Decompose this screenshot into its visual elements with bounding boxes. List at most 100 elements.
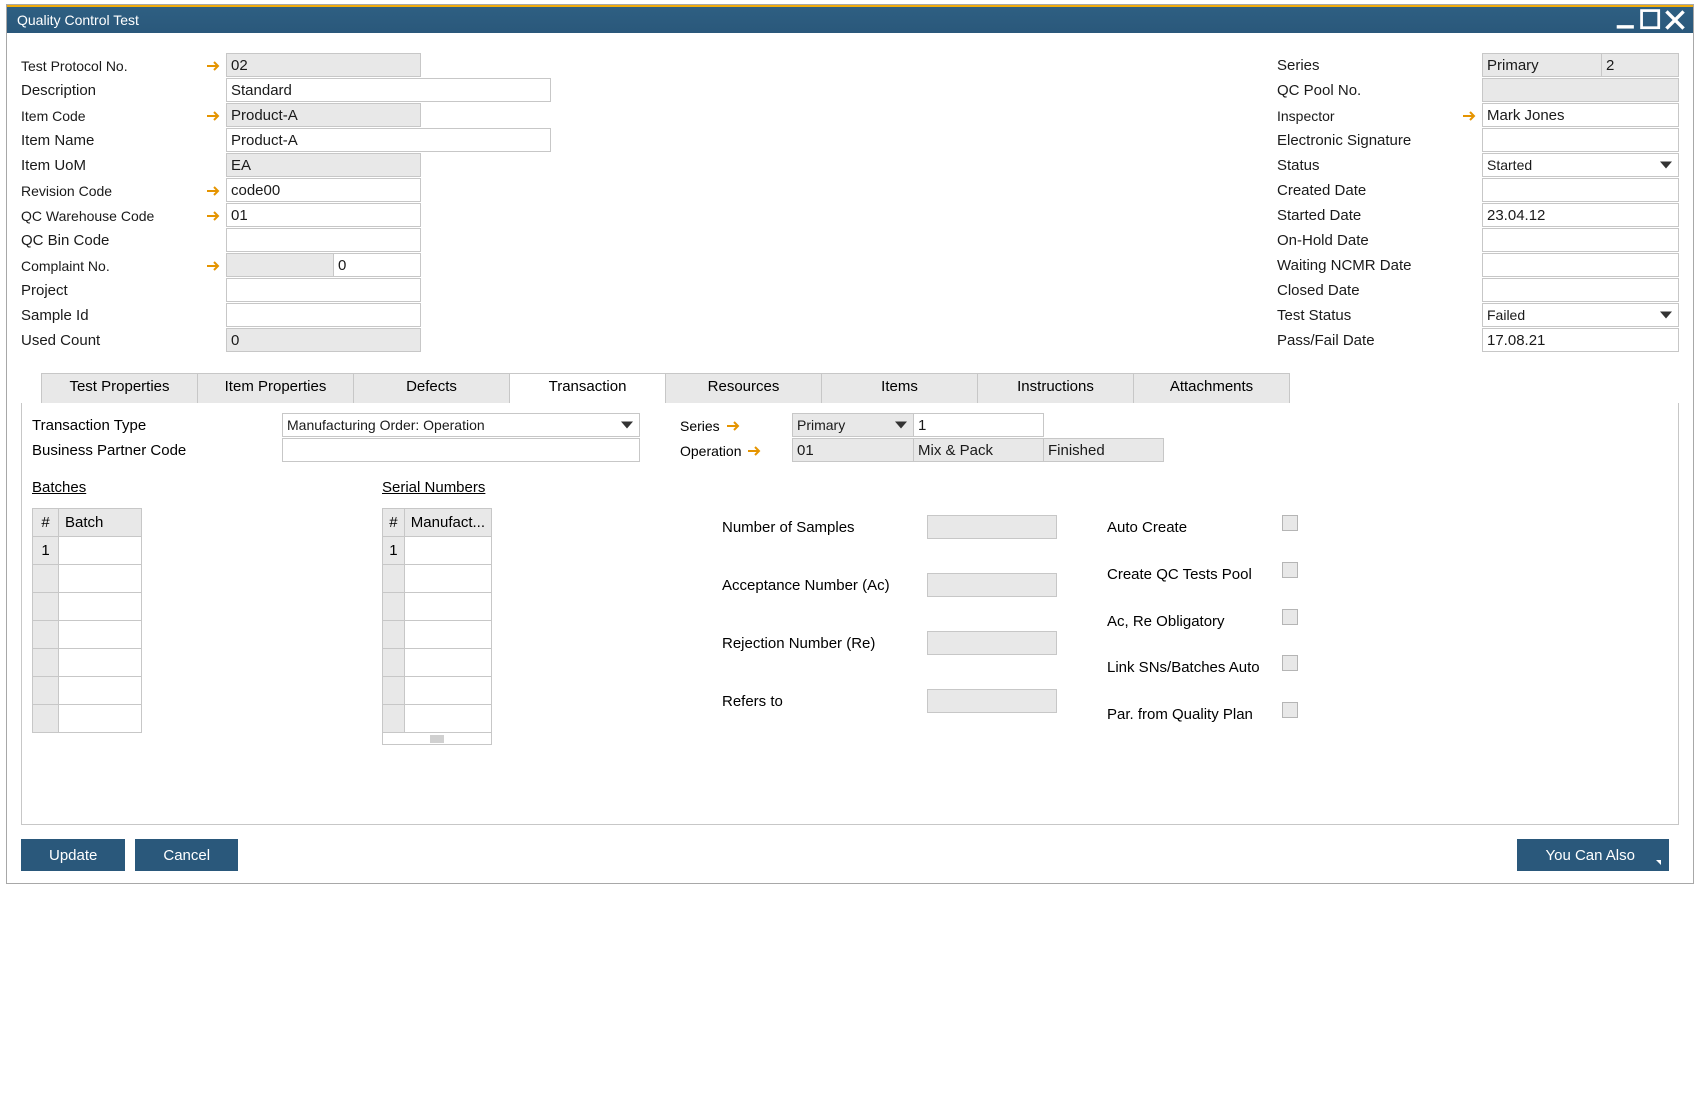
acre-oblig-checkbox[interactable] xyxy=(1282,609,1298,625)
batches-col-batch: Batch xyxy=(59,509,142,537)
qc-pool-no-label: QC Pool No. xyxy=(1277,78,1482,103)
tab-test-properties[interactable]: Test Properties xyxy=(41,373,198,403)
qc-warehouse-code-field[interactable]: 01 xyxy=(226,203,421,227)
tab-defects[interactable]: Defects xyxy=(353,373,510,403)
tx-series-name-dropdown[interactable]: Primary xyxy=(792,413,914,437)
table-row-idx: 1 xyxy=(383,537,405,565)
tab-items[interactable]: Items xyxy=(821,373,978,403)
started-date-field[interactable]: 23.04.12 xyxy=(1482,203,1679,227)
batches-table[interactable]: # Batch 1 xyxy=(32,508,142,733)
text: Test Protocol No. xyxy=(21,58,128,74)
complaint-no-field-b[interactable]: 0 xyxy=(334,253,421,277)
chevron-down-icon xyxy=(895,422,907,429)
onhold-date-label: On-Hold Date xyxy=(1277,228,1482,253)
onhold-date-field[interactable] xyxy=(1482,228,1679,252)
maximize-icon[interactable] xyxy=(1639,10,1663,30)
test-protocol-no-field[interactable]: 02 xyxy=(226,53,421,77)
serial-table[interactable]: # Manufact... 1 xyxy=(382,508,492,733)
tab-instructions[interactable]: Instructions xyxy=(977,373,1134,403)
tx-series-no-field[interactable]: 1 xyxy=(914,413,1044,437)
arrow-right-icon[interactable] xyxy=(747,444,761,458)
item-name-field[interactable]: Product-A xyxy=(226,128,551,152)
acceptance-label: Acceptance Number (Ac) xyxy=(722,573,927,598)
created-date-label: Created Date xyxy=(1277,178,1482,203)
waiting-ncmr-date-field[interactable] xyxy=(1482,253,1679,277)
passfail-date-field[interactable]: 17.08.21 xyxy=(1482,328,1679,352)
created-date-field[interactable] xyxy=(1482,178,1679,202)
titlebar[interactable]: Quality Control Test xyxy=(7,5,1693,33)
text: QC Warehouse Code xyxy=(21,208,154,224)
status-dropdown[interactable]: Started xyxy=(1482,153,1679,177)
samples-block: Number of Samples Acceptance Number (Ac)… xyxy=(722,515,1057,745)
table-cell[interactable] xyxy=(59,537,142,565)
create-pool-label: Create QC Tests Pool xyxy=(1107,562,1282,587)
tab-transaction[interactable]: Transaction xyxy=(509,373,666,403)
transaction-type-dropdown[interactable]: Manufacturing Order: Operation xyxy=(282,413,640,437)
update-button[interactable]: Update xyxy=(21,839,125,871)
arrow-right-icon[interactable] xyxy=(726,419,740,433)
test-protocol-no-label: Test Protocol No. xyxy=(21,53,226,78)
horizontal-scrollbar[interactable] xyxy=(382,733,492,745)
operation-name-field[interactable]: Mix & Pack xyxy=(914,438,1044,462)
par-from-plan-checkbox[interactable] xyxy=(1282,702,1298,718)
item-uom-field[interactable]: EA xyxy=(226,153,421,177)
auto-create-checkbox[interactable] xyxy=(1282,515,1298,531)
operation-label: Operation xyxy=(680,438,792,463)
arrow-right-icon[interactable] xyxy=(206,109,220,123)
bottom-bar: Update Cancel You Can Also xyxy=(21,825,1679,871)
link-sns-checkbox[interactable] xyxy=(1282,655,1298,671)
inspector-field[interactable]: Mark Jones xyxy=(1482,103,1679,127)
minimize-icon[interactable] xyxy=(1615,10,1639,30)
create-pool-checkbox[interactable] xyxy=(1282,562,1298,578)
used-count-field[interactable]: 0 xyxy=(226,328,421,352)
text: Item Code xyxy=(21,108,86,124)
refers-to-label: Refers to xyxy=(722,689,927,714)
series-name-field[interactable]: Primary xyxy=(1482,53,1602,77)
status-label: Status xyxy=(1277,153,1482,178)
passfail-date-label: Pass/Fail Date xyxy=(1277,328,1482,353)
item-name-label: Item Name xyxy=(21,128,226,153)
sample-id-field[interactable] xyxy=(226,303,421,327)
arrow-right-icon[interactable] xyxy=(206,209,220,223)
transaction-type-value: Manufacturing Order: Operation xyxy=(287,417,485,433)
test-status-dropdown[interactable]: Failed xyxy=(1482,303,1679,327)
tab-attachments[interactable]: Attachments xyxy=(1133,373,1290,403)
arrow-right-icon[interactable] xyxy=(206,259,220,273)
table-cell[interactable] xyxy=(404,537,491,565)
qc-pool-no-field[interactable] xyxy=(1482,78,1679,102)
num-samples-field[interactable] xyxy=(927,515,1057,539)
arrow-right-icon[interactable] xyxy=(1462,109,1476,123)
close-icon[interactable] xyxy=(1663,10,1687,30)
test-status-value: Failed xyxy=(1487,307,1525,323)
arrow-right-icon[interactable] xyxy=(206,59,220,73)
complaint-no-field-a[interactable] xyxy=(226,253,334,277)
revision-code-field[interactable]: code00 xyxy=(226,178,421,202)
electronic-signature-field[interactable] xyxy=(1482,128,1679,152)
serial-title: Serial Numbers xyxy=(382,479,492,496)
text: Inspector xyxy=(1277,108,1335,124)
par-from-plan-label: Par. from Quality Plan xyxy=(1107,702,1282,727)
description-field[interactable]: Standard xyxy=(226,78,551,102)
status-value: Started xyxy=(1487,157,1532,173)
qc-bin-code-field[interactable] xyxy=(226,228,421,252)
rejection-field[interactable] xyxy=(927,631,1057,655)
cancel-button[interactable]: Cancel xyxy=(135,839,238,871)
test-status-label: Test Status xyxy=(1277,303,1482,328)
closed-date-field[interactable] xyxy=(1482,278,1679,302)
bp-code-field[interactable] xyxy=(282,438,640,462)
acceptance-field[interactable] xyxy=(927,573,1057,597)
tab-resources[interactable]: Resources xyxy=(665,373,822,403)
tab-item-properties[interactable]: Item Properties xyxy=(197,373,354,403)
project-label: Project xyxy=(21,278,226,303)
series-label: Series xyxy=(1277,53,1482,78)
operation-status-field[interactable]: Finished xyxy=(1044,438,1164,462)
qc-warehouse-code-label: QC Warehouse Code xyxy=(21,203,226,228)
you-can-also-button[interactable]: You Can Also xyxy=(1517,839,1669,871)
series-no-field[interactable]: 2 xyxy=(1602,53,1679,77)
complaint-no-label: Complaint No. xyxy=(21,253,226,278)
operation-code-field[interactable]: 01 xyxy=(792,438,914,462)
refers-to-field[interactable] xyxy=(927,689,1057,713)
project-field[interactable] xyxy=(226,278,421,302)
arrow-right-icon[interactable] xyxy=(206,184,220,198)
item-code-field[interactable]: Product-A xyxy=(226,103,421,127)
